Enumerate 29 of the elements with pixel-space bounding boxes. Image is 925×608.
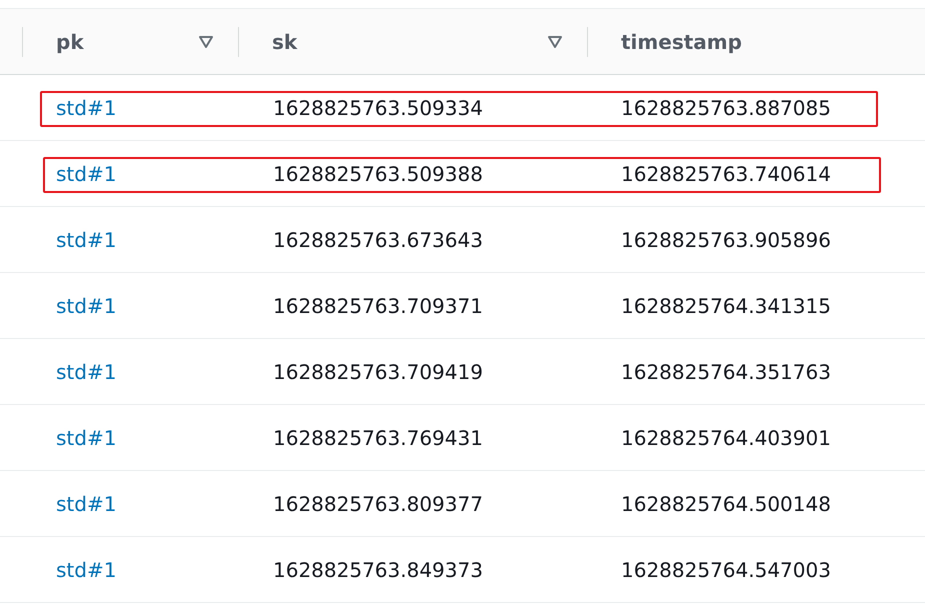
table-cell: 1628825763.887085 — [621, 96, 831, 120]
link[interactable]: std#1 — [56, 426, 116, 450]
link[interactable]: std#1 — [56, 228, 116, 252]
table-cell: 1628825763.809377 — [273, 492, 483, 516]
column-header[interactable]: pk — [56, 30, 84, 54]
link[interactable]: std#1 — [56, 492, 116, 516]
table-cell: 1628825763.509334 — [273, 96, 483, 120]
table-cell: 1628825763.769431 — [273, 426, 483, 450]
table-cell: 1628825763.673643 — [273, 228, 483, 252]
column-header[interactable]: sk — [272, 30, 298, 54]
sort-icon[interactable] — [198, 34, 214, 48]
table-cell: 1628825763.849373 — [273, 558, 483, 582]
table-cell: 1628825763.740614 — [621, 162, 831, 186]
table-cell: 1628825764.547003 — [621, 558, 831, 582]
table-cell: 1628825764.351763 — [621, 360, 831, 384]
table-cell: 1628825763.509388 — [273, 162, 483, 186]
link[interactable]: std#1 — [56, 294, 116, 318]
table-cell: 1628825763.709371 — [273, 294, 483, 318]
table-cell: 1628825764.403901 — [621, 426, 831, 450]
table-cell: 1628825764.341315 — [621, 294, 831, 318]
table-cell: 1628825764.500148 — [621, 492, 831, 516]
link[interactable]: std#1 — [56, 96, 116, 120]
table-cell: 1628825763.905896 — [621, 228, 831, 252]
link[interactable]: std#1 — [56, 360, 116, 384]
link[interactable]: std#1 — [56, 162, 116, 186]
column-header[interactable]: timestamp — [621, 30, 742, 54]
link[interactable]: std#1 — [56, 558, 116, 582]
table-cell: 1628825763.709419 — [273, 360, 483, 384]
sort-icon[interactable] — [547, 34, 563, 48]
